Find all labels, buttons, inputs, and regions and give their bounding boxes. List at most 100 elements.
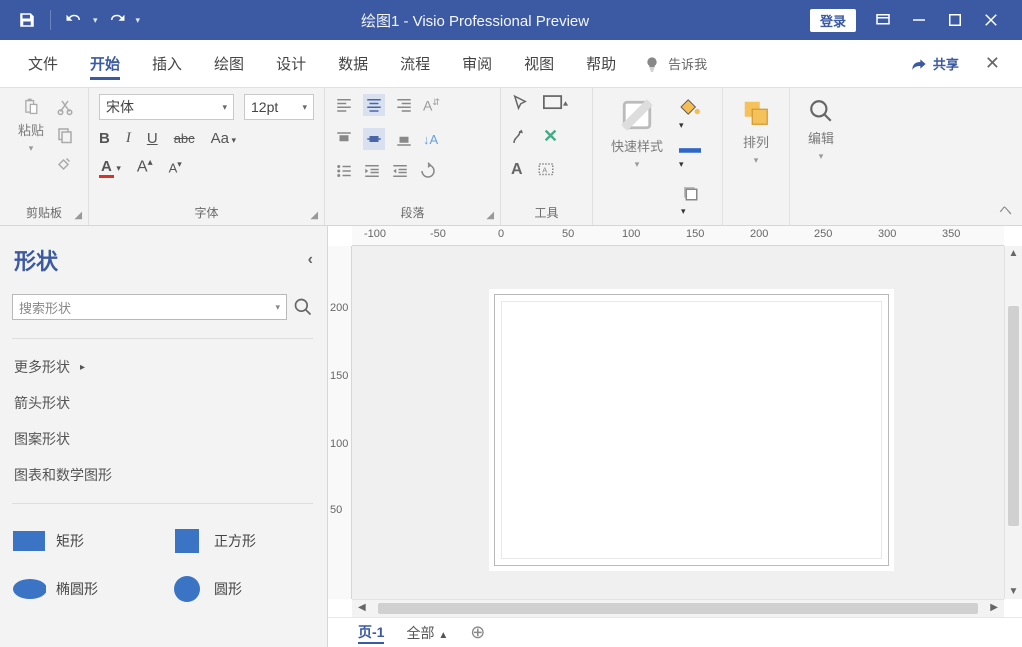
save-icon[interactable] xyxy=(18,11,36,29)
align-left-icon[interactable] xyxy=(335,96,353,114)
share-icon xyxy=(911,56,927,72)
font-family-dropdown[interactable]: 宋体▾ xyxy=(99,94,234,120)
shape-circle[interactable]: 圆形 xyxy=(170,574,310,604)
tab-file[interactable]: 文件 xyxy=(12,40,74,88)
arrange-button[interactable]: 排列 ▾ xyxy=(733,94,779,170)
drawing-page[interactable] xyxy=(352,246,1004,599)
add-page-icon[interactable]: ⊕ xyxy=(470,622,485,643)
case-label: Aa xyxy=(211,130,229,147)
shape-rectangle[interactable]: 矩形 xyxy=(12,526,152,556)
text-tool-icon[interactable]: A xyxy=(511,161,523,179)
scroll-up-icon[interactable]: ▲ xyxy=(1005,248,1022,259)
quick-styles-button[interactable]: 快速样式 ▾ xyxy=(603,94,671,174)
align-center-icon[interactable] xyxy=(363,94,385,116)
category-chart-math-shapes[interactable]: 图表和数学图形 xyxy=(14,465,317,485)
rotate-text-icon[interactable] xyxy=(419,162,437,180)
tab-data[interactable]: 数据 xyxy=(322,40,384,88)
scroll-left-icon[interactable]: ◀ xyxy=(358,602,366,613)
connection-point-icon[interactable]: ✕ xyxy=(543,126,558,147)
tab-review[interactable]: 审阅 xyxy=(446,40,508,88)
paragraph-launcher-icon[interactable]: ◢ xyxy=(486,210,494,221)
category-more-shapes[interactable]: 更多形状▸ xyxy=(14,357,317,377)
bold-button[interactable]: B xyxy=(99,130,110,147)
line-button[interactable]: ▾ xyxy=(679,145,701,170)
collapse-ribbon-icon[interactable]: ヘ xyxy=(999,200,1012,219)
rectangle-tool-icon[interactable] xyxy=(543,94,569,112)
tab-draw[interactable]: 绘图 xyxy=(198,40,260,88)
cut-icon[interactable] xyxy=(56,98,74,116)
collapse-panel-icon[interactable]: ‹ xyxy=(308,251,317,269)
ribbon-display-icon[interactable] xyxy=(874,11,892,29)
shape-ellipse[interactable]: 椭圆形 xyxy=(12,574,152,604)
connector-tool-icon[interactable] xyxy=(511,128,529,146)
decrease-indent-icon[interactable] xyxy=(363,162,381,180)
undo-icon[interactable] xyxy=(65,11,83,29)
hscroll-thumb[interactable] xyxy=(378,603,978,614)
editing-button[interactable]: 编辑 ▾ xyxy=(800,94,842,166)
align-top-icon[interactable] xyxy=(335,130,353,148)
group-font: 宋体▾ 12pt▾ B I U abc Aa ▾ A ▾ A▴ A▾ 字体◢ xyxy=(89,88,325,225)
tell-me[interactable]: 告诉我 xyxy=(632,54,719,73)
search-shapes-input[interactable]: 搜索形状▾ xyxy=(12,294,287,320)
vertical-scrollbar[interactable]: ▲ ▼ xyxy=(1004,246,1022,599)
underline-button[interactable]: U xyxy=(147,130,158,147)
arrange-icon xyxy=(741,98,771,128)
login-button[interactable]: 登录 xyxy=(810,9,856,32)
tools-group-label: 工具 xyxy=(511,200,582,223)
shape-rect-label: 矩形 xyxy=(56,531,84,551)
tab-insert[interactable]: 插入 xyxy=(136,40,198,88)
horizontal-ruler: -100 -50 0 50 100 150 200 250 300 350 xyxy=(352,226,1004,246)
tab-help[interactable]: 帮助 xyxy=(570,40,632,88)
pointer-tool-icon[interactable] xyxy=(511,94,529,112)
font-launcher-icon[interactable]: ◢ xyxy=(310,210,318,221)
maximize-icon[interactable] xyxy=(946,11,964,29)
search-icon[interactable] xyxy=(293,297,313,317)
paste-button[interactable]: 粘贴 ▾ xyxy=(10,94,52,158)
tab-process[interactable]: 流程 xyxy=(384,40,446,88)
format-painter-icon[interactable] xyxy=(56,154,74,172)
tab-home[interactable]: 开始 xyxy=(74,40,136,88)
page-tab-1[interactable]: 页-1 xyxy=(358,622,384,644)
tab-view[interactable]: 视图 xyxy=(508,40,570,88)
text-block-tool-icon[interactable]: A xyxy=(537,161,555,179)
scroll-down-icon[interactable]: ▼ xyxy=(1005,586,1022,597)
category-pattern-shapes[interactable]: 图案形状 xyxy=(14,429,317,449)
strike-button[interactable]: abc xyxy=(174,131,195,146)
close-icon[interactable] xyxy=(982,11,1000,29)
font-size-dropdown[interactable]: 12pt▾ xyxy=(244,94,314,120)
font-size-toggle-icon[interactable]: A⇵ xyxy=(423,97,440,114)
change-case-button[interactable]: Aa ▾ xyxy=(211,130,236,147)
hruler-tick: 100 xyxy=(622,228,640,240)
align-bottom-icon[interactable] xyxy=(395,130,413,148)
align-right-icon[interactable] xyxy=(395,96,413,114)
text-direction-icon[interactable]: ↓A xyxy=(423,132,438,147)
close-tab-icon[interactable]: ✕ xyxy=(973,53,1022,74)
bullets-icon[interactable] xyxy=(335,162,353,180)
align-middle-icon[interactable] xyxy=(363,128,385,150)
share-button[interactable]: 共享 xyxy=(897,54,973,73)
clipboard-launcher-icon[interactable]: ◢ xyxy=(74,210,82,221)
cat-label: 更多形状 xyxy=(14,357,70,377)
horizontal-scrollbar[interactable]: ◀ ▶ xyxy=(352,599,1004,617)
hruler-tick: 350 xyxy=(942,228,960,240)
redo-icon[interactable] xyxy=(108,11,126,29)
scroll-right-icon[interactable]: ▶ xyxy=(990,602,998,613)
shrink-font-button[interactable]: A▾ xyxy=(169,159,182,175)
increase-indent-icon[interactable] xyxy=(391,162,409,180)
vruler-tick: 100 xyxy=(330,438,348,450)
shape-square[interactable]: 正方形 xyxy=(170,526,310,556)
copy-icon[interactable] xyxy=(56,126,74,144)
font-color-button[interactable]: A ▾ xyxy=(99,158,121,175)
category-arrow-shapes[interactable]: 箭头形状 xyxy=(14,393,317,413)
grow-font-button[interactable]: A▴ xyxy=(137,157,153,176)
undo-dropdown-icon[interactable]: ▾ xyxy=(93,15,98,26)
minimize-icon[interactable] xyxy=(910,11,928,29)
tab-design[interactable]: 设计 xyxy=(260,40,322,88)
effects-button[interactable]: ▾ xyxy=(681,184,699,217)
arrange-label: 排列 xyxy=(743,132,769,151)
page-tab-all[interactable]: 全部 ▲ xyxy=(406,623,448,643)
all-label: 全部 xyxy=(406,625,434,641)
italic-button[interactable]: I xyxy=(126,130,131,147)
vscroll-thumb[interactable] xyxy=(1008,306,1019,526)
fill-button[interactable]: ▾ xyxy=(679,98,701,131)
